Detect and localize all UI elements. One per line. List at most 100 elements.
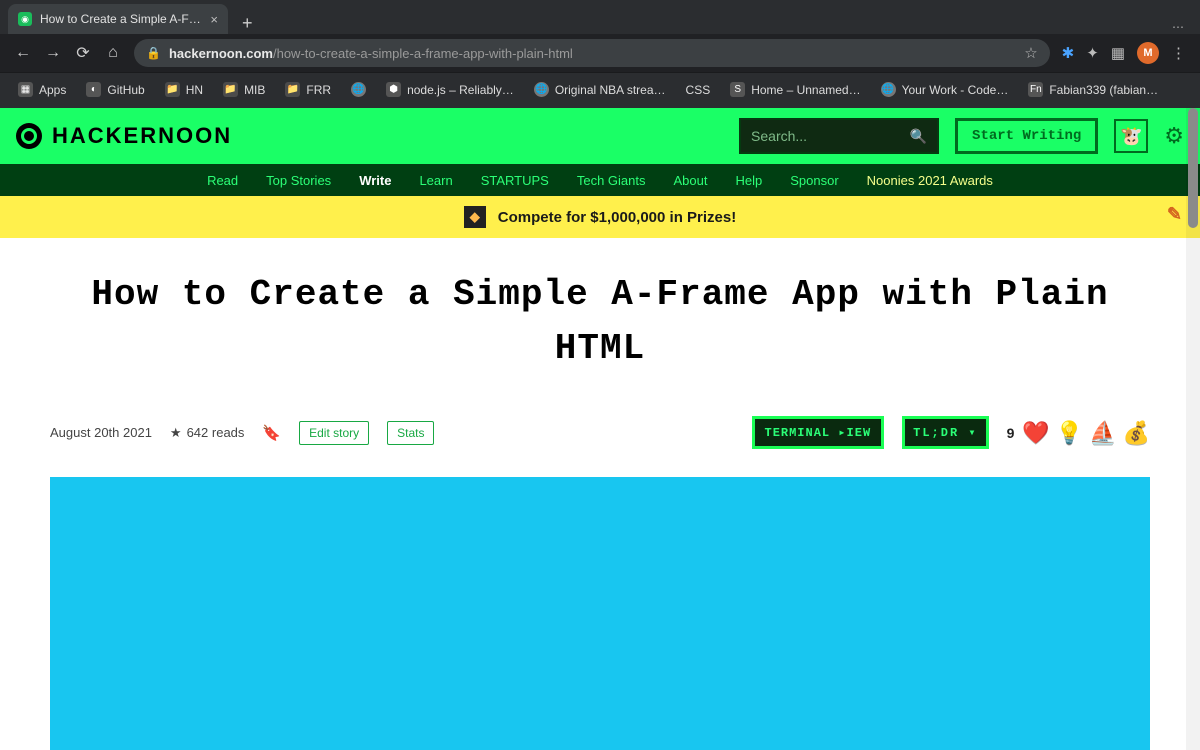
bookmark-item[interactable]: S Home – Unnamed… — [722, 78, 868, 101]
bookmark-icon: S — [730, 82, 745, 97]
banner-pixel-icon: ◆ — [464, 206, 486, 228]
bookmark-item[interactable]: ⬢node.js – Reliably… — [378, 78, 522, 101]
banner-text: Compete for $1,000,000 in Prizes! — [498, 209, 736, 226]
bookmark-label: CSS — [686, 83, 711, 97]
bookmark-star-icon[interactable]: ☆ — [1024, 44, 1037, 62]
address-bar[interactable]: 🔒 hackernoon.com/how-to-create-a-simple-… — [134, 39, 1050, 67]
site-header: HACKERNOON Search... 🔍 Start Writing 🐮 ⚙ — [0, 108, 1200, 164]
bookmark-icon: 🌐 — [534, 82, 549, 97]
bookmark-icon: ◐ — [86, 82, 101, 97]
favicon-icon: ◉ — [18, 12, 32, 26]
bookmark-item[interactable]: Fn Fabian339 (fabian… — [1020, 78, 1166, 101]
heart-icon[interactable]: ❤️ — [1022, 420, 1049, 446]
forward-button[interactable]: → — [44, 44, 62, 62]
bookmark-item[interactable]: 📁 FRR — [277, 78, 339, 101]
site-logo[interactable]: HACKERNOON — [16, 123, 232, 149]
start-writing-button[interactable]: Start Writing — [955, 118, 1098, 154]
browser-toolbar: ← → ⟳ ⌂ 🔒 hackernoon.com/how-to-create-a… — [0, 34, 1200, 72]
nav-link[interactable]: STARTUPS — [481, 173, 549, 188]
search-icon[interactable]: 🔍 — [910, 128, 927, 145]
logo-mark-icon — [16, 123, 42, 149]
bookmark-icon: 🌐 — [351, 82, 366, 97]
stats-button[interactable]: Stats — [387, 421, 434, 445]
site-nav: Read Top Stories Write Learn STARTUPS Tech Gi… — [0, 164, 1200, 196]
logo-text: HACKERNOON — [52, 123, 232, 149]
bookmark-item[interactable]: ◐GitHub — [78, 78, 152, 101]
bookmark-item[interactable]: 📁 MIB — [215, 78, 273, 101]
tab-title: How to Create a Simple A-Fra… — [40, 12, 202, 26]
url-path: /how-to-create-a-simple-a-frame-app-with… — [273, 46, 573, 61]
bookmark-label: Fabian339 (fabian… — [1049, 83, 1158, 97]
bookmark-label: Original NBA strea… — [555, 83, 666, 97]
browser-chrome: ◉ How to Create a Simple A-Fra… × + ⋯ ← … — [0, 0, 1200, 108]
article-reads: ★ 642 reads — [170, 425, 244, 441]
bookmark-item[interactable]: 🌐 Original NBA strea… — [526, 78, 674, 101]
nav-link[interactable]: Learn — [419, 173, 452, 188]
bookmark-item[interactable]: ▦ Apps — [10, 78, 74, 101]
nav-link[interactable]: Read — [207, 173, 238, 188]
terminal-view-button[interactable]: TERMINAL ▸IEW — [752, 416, 885, 449]
window-more-icon[interactable]: ⋯ — [1172, 20, 1184, 34]
nav-link[interactable]: Sponsor — [790, 173, 838, 188]
bookmark-icon: ⬢ — [386, 82, 401, 97]
bookmark-label: Home – Unnamed… — [751, 83, 860, 97]
settings-gear-icon[interactable]: ⚙ — [1164, 123, 1184, 149]
reload-button[interactable]: ⟳ — [74, 43, 92, 63]
bookmark-item[interactable]: 🌐Your Work - Code… — [873, 78, 1017, 101]
lightbulb-icon[interactable]: 💡 — [1056, 420, 1083, 446]
tldr-button[interactable]: TL;DR ▾ — [902, 416, 988, 449]
new-tab-button[interactable]: + — [234, 13, 261, 34]
reaction-count: 9 — [1007, 425, 1015, 441]
boat-icon[interactable]: ⛵ — [1089, 420, 1116, 446]
nav-link[interactable]: Help — [736, 173, 763, 188]
bookmark-icon[interactable]: 🔖 — [262, 424, 281, 442]
bookmark-label: Apps — [39, 83, 66, 97]
kebab-menu-icon[interactable]: ⋮ — [1171, 44, 1186, 62]
bookmarks-bar: ▦ Apps ◐GitHub 📁 HN 📁 MIB 📁 FRR 🌐 ⬢node.js – Relia… — [0, 72, 1200, 106]
browser-tab[interactable]: ◉ How to Create a Simple A-Fra… × — [8, 4, 228, 34]
nav-link[interactable]: Noonies 2021 Awards — [867, 173, 993, 188]
bookmark-item[interactable]: 🌐 — [343, 78, 374, 101]
back-button[interactable]: ← — [14, 44, 32, 62]
bookmark-icon: 📁 — [285, 82, 300, 97]
page-viewport: HACKERNOON Search... 🔍 Start Writing 🐮 ⚙… — [0, 108, 1200, 750]
mascot-icon[interactable]: 🐮 — [1114, 119, 1148, 153]
article-date: August 20th 2021 — [50, 425, 152, 440]
article: How to Create a Simple A-Frame App with … — [0, 238, 1200, 750]
article-meta-row: August 20th 2021 ★ 642 reads 🔖 Edit stor… — [50, 416, 1150, 449]
nav-link[interactable]: About — [674, 173, 708, 188]
bookmark-label: FRR — [306, 83, 331, 97]
article-title: How to Create a Simple A-Frame App with … — [50, 268, 1150, 376]
site-search[interactable]: Search... 🔍 — [739, 118, 939, 154]
edit-story-button[interactable]: Edit story — [299, 421, 369, 445]
extension-menu-icon[interactable]: ▦ — [1111, 44, 1125, 62]
bookmark-icon: 📁 — [165, 82, 180, 97]
nav-link[interactable]: Write — [359, 173, 391, 188]
reactions: 9 ❤️ 💡 ⛵ 💰 — [1007, 420, 1150, 446]
hero-image — [50, 477, 1150, 750]
extension-icon[interactable]: ✱ — [1062, 44, 1075, 62]
url-host: hackernoon.com — [169, 46, 273, 61]
scrollbar-thumb[interactable] — [1188, 108, 1198, 228]
profile-avatar[interactable]: M — [1137, 42, 1159, 64]
close-tab-icon[interactable]: × — [210, 12, 218, 27]
bookmark-label: MIB — [244, 83, 265, 97]
bookmark-item[interactable]: CSS — [678, 79, 719, 101]
promo-banner[interactable]: ◆ Compete for $1,000,000 in Prizes! ✎ — [0, 196, 1200, 238]
bookmark-label: HN — [186, 83, 203, 97]
nav-link[interactable]: Top Stories — [266, 173, 331, 188]
bookmark-icon: ▦ — [18, 82, 33, 97]
extension-puzzle-icon[interactable]: ✦ — [1086, 44, 1099, 62]
bookmark-icon: Fn — [1028, 82, 1043, 97]
home-button[interactable]: ⌂ — [104, 44, 122, 62]
reads-count: 642 reads — [187, 425, 245, 440]
vertical-scrollbar[interactable] — [1186, 108, 1200, 750]
star-icon: ★ — [170, 425, 182, 441]
bookmark-item[interactable]: 📁 HN — [157, 78, 211, 101]
bookmark-icon: 📁 — [223, 82, 238, 97]
nav-link[interactable]: Tech Giants — [577, 173, 646, 188]
lock-icon: 🔒 — [146, 46, 161, 60]
tab-strip: ◉ How to Create a Simple A-Fra… × + ⋯ — [0, 0, 1200, 34]
search-placeholder: Search... — [751, 128, 807, 144]
moneybag-icon[interactable]: 💰 — [1123, 420, 1150, 446]
